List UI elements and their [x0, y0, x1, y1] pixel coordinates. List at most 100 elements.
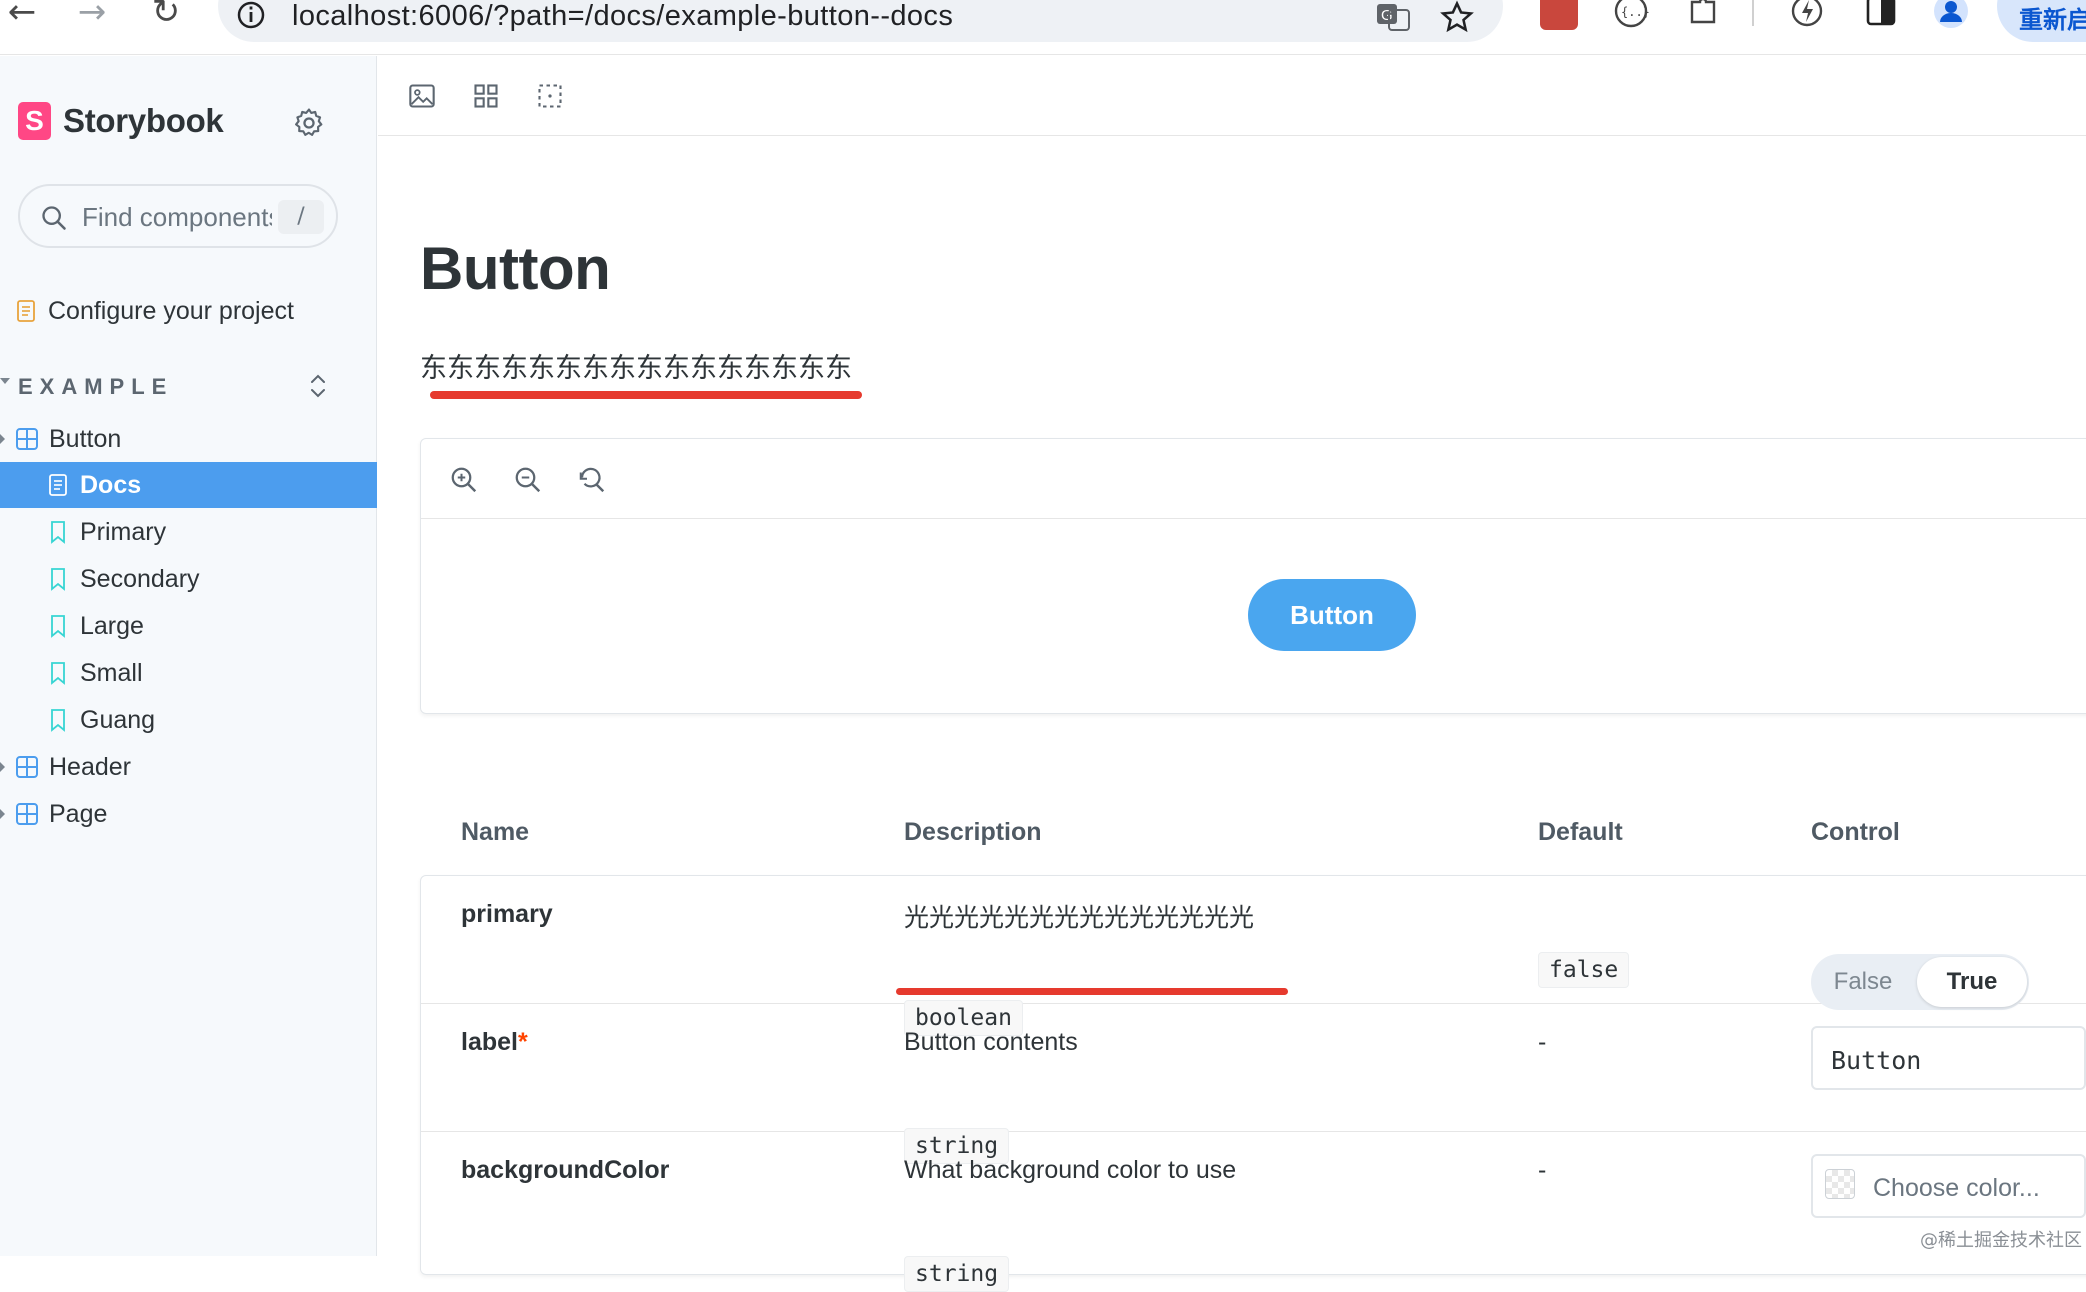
sidebar: S Storybook Find components / Configure … — [0, 56, 377, 1256]
boolean-toggle[interactable]: False True — [1811, 954, 2029, 1010]
sidebar-item-label: Primary — [80, 517, 167, 546]
toolbar-divider — [1752, 0, 1754, 26]
outline-icon[interactable] — [536, 82, 564, 110]
sidebar-item-label: Docs — [80, 470, 142, 499]
annotation-underline — [896, 988, 1288, 995]
tree-caret — [0, 434, 5, 444]
gear-icon[interactable] — [292, 106, 326, 140]
document-icon — [49, 474, 67, 496]
configure-project-link[interactable]: Configure your project — [0, 288, 377, 334]
bookmark-icon — [51, 568, 65, 591]
arg-name: backgroundColor — [461, 1156, 670, 1184]
column-header-description: Description — [904, 818, 1042, 846]
required-indicator: * — [517, 1028, 528, 1056]
performance-icon[interactable] — [1788, 0, 1826, 30]
configure-project-label: Configure your project — [48, 296, 294, 325]
arg-name: label* — [461, 1028, 528, 1057]
tree-caret — [0, 809, 5, 819]
component-icon — [16, 756, 38, 778]
arg-default: - — [1538, 1028, 1547, 1056]
column-header-default: Default — [1538, 818, 1623, 846]
toggle-option-true[interactable]: True — [1917, 957, 2027, 1007]
arg-description: 光光光光光光光光光光光光光光 — [904, 903, 1255, 932]
arg-name-text: label — [461, 1028, 518, 1056]
zoom-in-icon[interactable] — [449, 465, 479, 495]
docs-main: Button 东东东东东东东东东东东东东东东东 Button Name Desc… — [378, 56, 2086, 1292]
page-title: Button — [420, 235, 611, 302]
storybook-brand[interactable]: S Storybook — [18, 102, 224, 140]
section-header-example[interactable]: EXAMPLE — [18, 374, 173, 400]
sidebar-item-label: Small — [80, 658, 143, 687]
sidebar-item-label: Page — [49, 799, 108, 828]
svg-text:{..}: {..} — [1621, 5, 1650, 19]
expand-collapse-icon[interactable] — [306, 372, 330, 400]
json-extension-icon[interactable]: {..} — [1612, 0, 1650, 30]
sidebar-item-large[interactable]: Large — [0, 603, 377, 649]
sidebar-item-label: Guang — [80, 705, 156, 734]
section-collapse-caret[interactable] — [0, 378, 10, 384]
component-icon — [16, 803, 38, 825]
zoom-reset-icon[interactable] — [577, 465, 607, 495]
bookmark-star-icon[interactable] — [1440, 0, 1474, 34]
sidebar-item-label: Large — [80, 611, 144, 640]
sidebar-item-guang[interactable]: Guang — [0, 697, 377, 743]
sidebar-item-button[interactable]: Button — [0, 416, 377, 462]
page-description: 东东东东东东东东东东东东东东东东 — [420, 353, 852, 384]
reload-icon[interactable]: ↻ — [144, 0, 188, 34]
extensions-puzzle-icon[interactable] — [1684, 0, 1722, 30]
bookmark-icon — [51, 662, 65, 685]
document-icon — [17, 300, 35, 322]
bookmark-icon — [51, 521, 65, 544]
url-text: localhost:6006/?path=/docs/example-butto… — [292, 0, 954, 32]
site-info-icon[interactable] — [236, 0, 266, 30]
back-icon[interactable]: ← — [0, 0, 44, 34]
forward-icon[interactable]: → — [70, 0, 114, 34]
grid-icon[interactable] — [472, 82, 500, 110]
arg-description: What background color to use — [904, 1156, 1237, 1184]
arg-default: false — [1538, 952, 1630, 988]
arg-description: Button contents — [904, 1028, 1078, 1056]
bookmark-icon — [51, 615, 65, 638]
annotation-underline — [430, 391, 862, 399]
arg-default: - — [1538, 1156, 1547, 1184]
color-swatch[interactable] — [1825, 1169, 1855, 1199]
addons-toolbar — [378, 56, 2086, 136]
sidebar-item-docs[interactable]: Docs — [0, 462, 377, 508]
translate-icon[interactable]: G — [1375, 2, 1411, 32]
extension-red-icon[interactable] — [1540, 0, 1578, 30]
browser-toolbar: ← → ↻ localhost:6006/?path=/docs/example… — [0, 0, 2086, 55]
image-icon[interactable] — [408, 82, 436, 110]
preview-toolbar — [421, 439, 2086, 519]
search-shortcut-badge: / — [278, 200, 324, 234]
sidebar-item-header[interactable]: Header — [0, 744, 377, 790]
address-bar[interactable]: localhost:6006/?path=/docs/example-butto… — [218, 0, 1503, 42]
storybook-logo: S — [18, 102, 51, 140]
browser-update-button[interactable]: 重新启 — [1997, 0, 2086, 42]
brand-name: Storybook — [63, 102, 224, 139]
sidebar-item-label: Header — [49, 752, 131, 781]
sidebar-item-label: Secondary — [80, 564, 200, 593]
tree-caret — [0, 762, 5, 772]
column-header-name: Name — [461, 818, 530, 846]
column-header-control: Control — [1811, 818, 1900, 846]
component-icon — [16, 428, 38, 450]
label-text-input[interactable]: Button — [1811, 1026, 2086, 1090]
profile-avatar-icon[interactable] — [1932, 0, 1970, 30]
sidebar-item-small[interactable]: Small — [0, 650, 377, 696]
preview-button[interactable]: Button — [1248, 579, 1416, 651]
sidebar-item-secondary[interactable]: Secondary — [0, 556, 377, 602]
arg-type: string — [904, 1256, 1010, 1292]
arg-name: primary — [461, 900, 553, 928]
search-icon — [42, 206, 66, 230]
sidebar-item-label: Button — [49, 424, 122, 453]
story-preview-block: Button — [420, 438, 2086, 714]
zoom-out-icon[interactable] — [513, 465, 543, 495]
side-panel-icon[interactable] — [1862, 0, 1900, 30]
search-box[interactable]: Find components / — [18, 184, 338, 248]
watermark: @稀土掘金技术社区 — [1920, 1230, 2082, 1251]
search-input[interactable]: Find components — [82, 202, 272, 233]
sidebar-item-primary[interactable]: Primary — [0, 509, 377, 555]
sidebar-item-page[interactable]: Page — [0, 791, 377, 837]
toggle-option-false[interactable]: False — [1811, 954, 1915, 1010]
bookmark-icon — [51, 709, 65, 732]
